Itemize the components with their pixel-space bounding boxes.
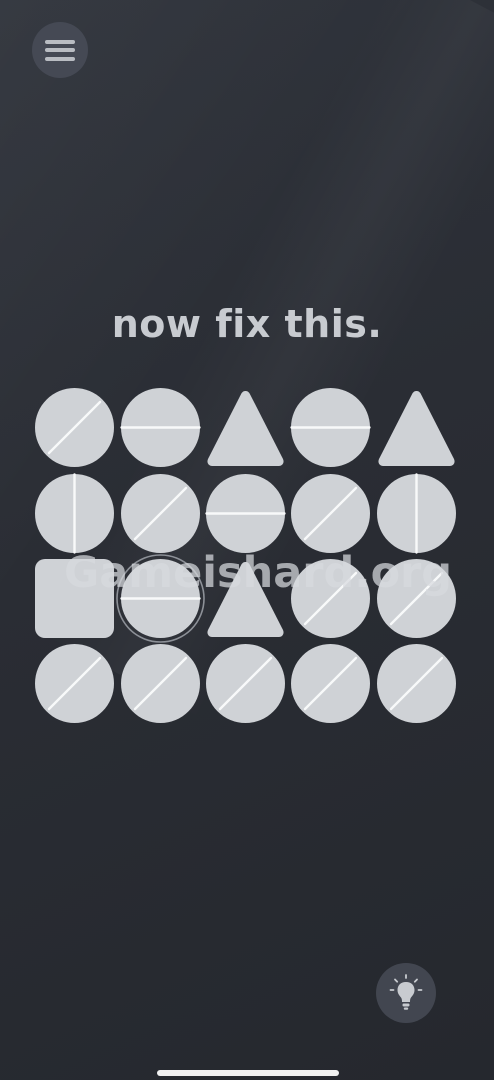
puzzle-tile-r3-c4[interactable] (291, 559, 370, 638)
game-screen: now fix this. Gameishard.org (0, 0, 494, 1080)
triangle-shape (207, 562, 284, 637)
circle-shape (291, 474, 370, 553)
triangle-shape (207, 391, 284, 466)
circle-shape (121, 474, 200, 553)
hint-button[interactable] (376, 963, 436, 1023)
circle-shape (121, 644, 200, 723)
circle-shape (35, 473, 114, 554)
menu-icon-bar-bottom (45, 56, 75, 61)
square-body (35, 559, 114, 638)
circle-shape (35, 388, 114, 467)
puzzle-tile-r4-c5[interactable] (377, 644, 456, 723)
level-title: now fix this. (111, 302, 383, 346)
circle-shape (377, 473, 456, 554)
puzzle-tile-r4-c1[interactable] (35, 644, 114, 723)
puzzle-tile-r4-c4[interactable] (291, 644, 370, 723)
lightbulb-icon (389, 974, 423, 1010)
shape-grid (35, 388, 460, 728)
puzzle-tile-r2-c4[interactable] (291, 474, 370, 553)
circle-shape (120, 388, 201, 467)
circle-shape (291, 559, 370, 638)
triangle-body (378, 391, 455, 466)
puzzle-tile-r1-c5[interactable] (377, 388, 456, 467)
puzzle-tile-r2-c3[interactable] (205, 474, 286, 553)
triangle-shape (378, 391, 455, 466)
triangle-body (207, 562, 284, 637)
puzzle-tile-r1-c4[interactable] (290, 388, 371, 467)
puzzle-tile-r2-c5[interactable] (377, 473, 456, 554)
puzzle-tile-r1-c2[interactable] (120, 388, 201, 467)
puzzle-tile-r3-c5[interactable] (377, 559, 456, 638)
puzzle-tile-r4-c2[interactable] (121, 644, 200, 723)
puzzle-tile-r2-c2[interactable] (121, 474, 200, 553)
circle-shape (377, 559, 456, 638)
puzzle-tile-r3-c1[interactable] (35, 559, 114, 638)
puzzle-tile-r3-c2[interactable] (116, 554, 205, 643)
puzzle-tile-r3-c3[interactable] (206, 559, 285, 638)
circle-shape (291, 644, 370, 723)
puzzle-tile-r1-c1[interactable] (35, 388, 114, 467)
circle-shape (206, 644, 285, 723)
circle-shape (377, 644, 456, 723)
circle-shape (35, 644, 114, 723)
circle-shape (290, 388, 371, 467)
hamburger-menu-icon (45, 39, 75, 61)
menu-icon-bar-top (45, 39, 75, 44)
puzzle-tile-r2-c1[interactable] (35, 473, 114, 554)
menu-button[interactable] (32, 22, 88, 78)
home-indicator (157, 1070, 339, 1076)
triangle-body (207, 391, 284, 466)
puzzle-tile-r4-c3[interactable] (206, 644, 285, 723)
menu-icon-bar-middle (45, 48, 75, 52)
circle-shape (205, 474, 286, 553)
square-shape (35, 559, 114, 638)
puzzle-tile-r1-c3[interactable] (206, 388, 285, 467)
circle-shape (116, 554, 205, 643)
